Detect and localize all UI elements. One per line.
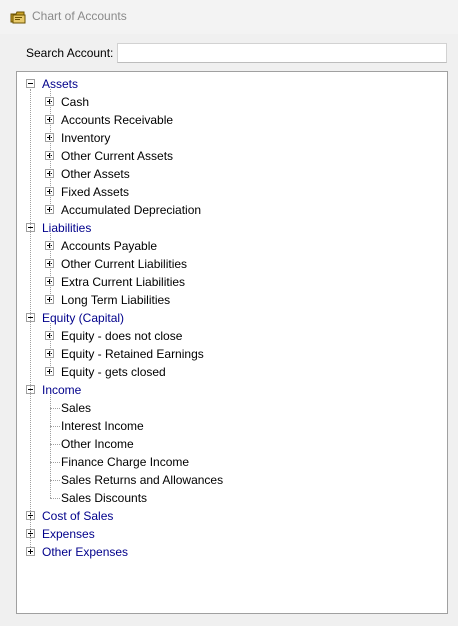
tree-item-sales-returns-and-allowances[interactable]: Sales Returns and Allowances <box>17 471 427 489</box>
tree-item-label: Other Current Liabilities <box>61 257 188 271</box>
tree-item-other-current-assets[interactable]: Other Current Assets <box>17 147 427 165</box>
tree-item-label: Interest Income <box>61 419 144 433</box>
tree-connector-line <box>50 89 51 210</box>
tree-category-label: Assets <box>42 77 79 91</box>
tree-item-label: Equity - gets closed <box>61 365 166 379</box>
search-account-label: Search Account: <box>26 46 114 60</box>
expand-icon[interactable] <box>26 547 35 556</box>
tree-category-expenses[interactable]: Expenses <box>17 525 427 543</box>
tree-item-label: Equity - does not close <box>61 329 183 343</box>
tree-item-label: Fixed Assets <box>61 185 130 199</box>
tree-category-label: Income <box>42 383 82 397</box>
tree-item-label: Other Current Assets <box>61 149 174 163</box>
tree-connector-line <box>50 395 51 498</box>
collapse-icon[interactable] <box>26 79 35 88</box>
tree-category-other-expenses[interactable]: Other Expenses <box>17 543 427 561</box>
tree-item-extra-current-liabilities[interactable]: Extra Current Liabilities <box>17 273 427 291</box>
tree-category-assets[interactable]: Assets <box>17 75 427 93</box>
tree-item-label: Accumulated Depreciation <box>61 203 202 217</box>
tree-item-label: Sales Discounts <box>61 491 148 505</box>
window-title: Chart of Accounts <box>32 9 127 23</box>
accounts-tree[interactable]: Assets Cash Accounts Receivable Inventory Ot… <box>16 71 448 614</box>
tree-category-cost-of-sales[interactable]: Cost of Sales <box>17 507 427 525</box>
tree-connector-line <box>50 323 51 372</box>
tree-item-long-term-liabilities[interactable]: Long Term Liabilities <box>17 291 427 309</box>
tree-item-label: Accounts Payable <box>61 239 158 253</box>
tree-category-liabilities[interactable]: Liabilities <box>17 219 427 237</box>
tree-item-accounts-payable[interactable]: Accounts Payable <box>17 237 427 255</box>
tree-item-label: Inventory <box>61 131 111 145</box>
tree-item-label: Sales Returns and Allowances <box>61 473 224 487</box>
tree-item-cash[interactable]: Cash <box>17 93 427 111</box>
tree-item-label: Long Term Liabilities <box>61 293 171 307</box>
tree-category-label: Other Expenses <box>42 545 129 559</box>
tree-category-label: Equity (Capital) <box>42 311 125 325</box>
tree-item-fixed-assets[interactable]: Fixed Assets <box>17 183 427 201</box>
title-bar[interactable]: Chart of Accounts <box>0 0 458 34</box>
tree-item-other-current-liabilities[interactable]: Other Current Liabilities <box>17 255 427 273</box>
tree-item-equity-does-not-close[interactable]: Equity - does not close <box>17 327 427 345</box>
tree-item-equity-gets-closed[interactable]: Equity - gets closed <box>17 363 427 381</box>
tree-item-sales-discounts[interactable]: Sales Discounts <box>17 489 427 507</box>
chart-of-accounts-window: Chart of Accounts Search Account: Assets… <box>0 0 458 626</box>
tree-item-label: Other Income <box>61 437 134 451</box>
tree-item-equity-retained-earnings[interactable]: Equity - Retained Earnings <box>17 345 427 363</box>
tree-item-interest-income[interactable]: Interest Income <box>17 417 427 435</box>
tree-item-other-assets[interactable]: Other Assets <box>17 165 427 183</box>
tree-item-accounts-receivable[interactable]: Accounts Receivable <box>17 111 427 129</box>
tree-category-income[interactable]: Income <box>17 381 427 399</box>
tree-item-label: Finance Charge Income <box>61 455 190 469</box>
tree-category-label: Cost of Sales <box>42 509 114 523</box>
tree-item-label: Equity - Retained Earnings <box>61 347 204 361</box>
tree-item-inventory[interactable]: Inventory <box>17 129 427 147</box>
tree-connector-line <box>50 233 51 300</box>
tree-connector-line <box>30 89 31 547</box>
tree-item-label: Sales <box>61 401 92 415</box>
tree-item-sales[interactable]: Sales <box>17 399 427 417</box>
tree-item-label: Cash <box>61 95 90 109</box>
tree-item-label: Extra Current Liabilities <box>61 275 186 289</box>
tree-item-finance-charge-income[interactable]: Finance Charge Income <box>17 453 427 471</box>
search-account-input[interactable] <box>117 43 447 63</box>
tree-item-accumulated-depreciation[interactable]: Accumulated Depreciation <box>17 201 427 219</box>
tree-category-equity-capital[interactable]: Equity (Capital) <box>17 309 427 327</box>
tree-item-label: Other Assets <box>61 167 130 181</box>
tree-item-other-income[interactable]: Other Income <box>17 435 427 453</box>
tree-item-label: Accounts Receivable <box>61 113 174 127</box>
tree-category-label: Expenses <box>42 527 95 541</box>
folder-accounts-icon <box>10 11 26 24</box>
